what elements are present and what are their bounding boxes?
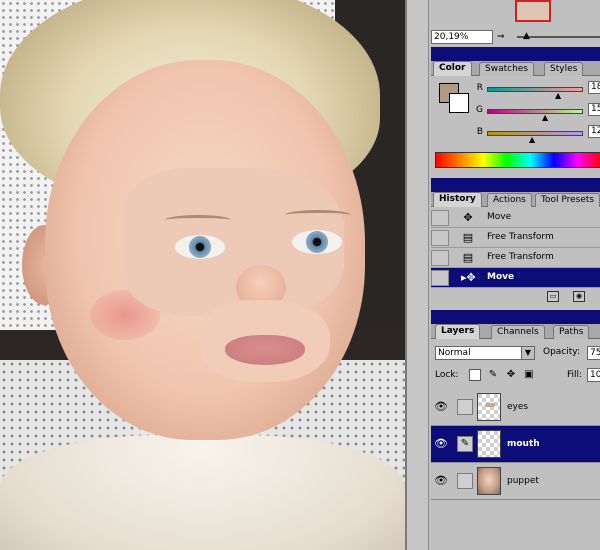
zoom-slider-thumb[interactable]: ▲ [523,32,530,41]
zoom-slider[interactable]: ▲ [517,32,600,41]
history-state-selected[interactable]: ▸✥ Move [431,268,600,288]
left-eye [175,235,225,259]
right-eyebrow [285,210,351,220]
mouth-lips [225,335,305,365]
history-state-label: Free Transform [487,252,554,262]
layers-panel: Layers Channels Paths Normal ▼ Opacity: … [431,310,600,550]
history-state-label: Move [487,212,512,222]
zoom-out-icon[interactable]: ⇒ [497,31,511,43]
blue-channel-thumb[interactable]: ▲ [529,136,535,144]
lock-label: Lock: [435,370,459,380]
move-tool-icon: ▸✥ [461,271,476,284]
layers-panel-titlebar[interactable] [431,310,600,324]
green-channel-slider[interactable]: G ▲ 150 [471,103,600,122]
layers-panel-tabs: Layers Channels Paths [431,324,600,339]
history-panel-titlebar[interactable] [431,178,600,192]
history-panel-tabs: History Actions Tool Presets [431,192,600,207]
fill-label: Fill: [567,370,583,380]
history-state-icon: ▤ [462,231,474,244]
navigator-panel: 20,19% ⇒ ▲ [431,0,600,48]
green-channel-thumb[interactable]: ▲ [542,114,548,122]
color-panel-titlebar[interactable] [431,47,600,61]
background-color-swatch[interactable] [449,93,469,113]
layer-link-box[interactable] [457,473,473,489]
history-state[interactable]: ✥ Move [431,208,600,228]
color-panel: Color Swatches Styles R ▲ 183 G ▲ 150 B … [431,47,600,175]
history-snapshot-box[interactable] [431,210,449,226]
layer-thumbnail [477,467,501,495]
green-channel-label: G [476,105,483,115]
red-channel-track[interactable] [487,87,583,92]
history-state-icon: ▤ [462,251,474,264]
lock-row: Lock: ✎ ✥ ▣ Fill: 100 [435,368,600,384]
zoom-field[interactable]: 20,19% [431,30,493,44]
layer-thumbnail [477,430,501,458]
move-tool-icon: ✥ [463,211,473,224]
navigator-thumbnail[interactable] [515,0,551,22]
history-panel-footer: ▭ ◉ [431,288,600,306]
red-channel-thumb[interactable]: ▲ [555,92,561,100]
tab-history[interactable]: History [433,192,482,207]
layer-thumbnail [477,393,501,421]
color-panel-tabs: Color Swatches Styles [431,61,600,76]
document-canvas[interactable] [0,0,405,550]
blend-mode-value: Normal [438,348,471,358]
blend-mode-select[interactable]: Normal ▼ [435,346,535,360]
history-snapshot-box[interactable] [431,270,449,286]
tab-channels[interactable]: Channels [491,325,545,339]
layer-name: puppet [507,476,539,486]
blue-channel-slider[interactable]: B ▲ 120 [471,125,600,144]
blue-channel-label: B [476,127,483,137]
lock-all-icon[interactable]: ▣ [523,369,535,381]
tab-swatches[interactable]: Swatches [479,62,534,76]
navigator-zoom-row: 20,19% ⇒ ▲ [431,28,600,46]
opacity-field[interactable]: 75 [587,346,600,360]
color-ramp[interactable] [435,152,600,168]
history-state[interactable]: ▤ Free Transform [431,248,600,268]
tab-styles[interactable]: Styles [544,62,584,76]
layer-row-mouth[interactable]: 👁 ✎ mouth [431,426,600,463]
layer-link-box[interactable] [457,399,473,415]
doll-body [0,435,405,550]
lock-move-icon[interactable]: ✥ [505,369,517,381]
visibility-eye-icon[interactable]: 👁 [433,473,449,489]
palette-dock: 20,19% ⇒ ▲ Color Swatches Styles R ▲ 183… [405,0,600,550]
layer-row-puppet[interactable]: 👁 puppet [431,463,600,500]
lock-paint-icon[interactable]: ✎ [487,369,499,381]
tab-actions[interactable]: Actions [487,193,532,207]
green-channel-track[interactable] [487,109,583,114]
opacity-label: Opacity: [543,347,580,357]
green-channel-value[interactable]: 150 [588,103,600,116]
right-eye [292,230,342,254]
red-channel-value[interactable]: 183 [588,81,600,94]
left-eyebrow [165,215,231,225]
tab-tool-presets[interactable]: Tool Presets [535,193,600,207]
visibility-eye-icon[interactable]: 👁 [433,399,449,415]
visibility-eye-icon[interactable]: 👁 [433,436,449,452]
layer-name: mouth [507,439,540,449]
blue-channel-value[interactable]: 120 [588,125,600,138]
layer-row-eyes[interactable]: 👁 eyes [431,389,600,426]
new-document-icon[interactable]: ▭ [547,291,559,302]
paintbrush-icon[interactable]: ✎ [457,436,473,452]
tab-layers[interactable]: Layers [435,324,481,339]
chevron-down-icon[interactable]: ▼ [521,347,534,359]
red-channel-label: R [476,83,483,93]
lock-transparency-icon[interactable] [469,369,481,381]
camera-snapshot-icon[interactable]: ◉ [573,291,585,302]
layer-name: eyes [507,402,529,412]
history-state-label: Move [487,272,515,282]
history-snapshot-box[interactable] [431,250,449,266]
dock-gutter [407,0,429,550]
history-panel: History Actions Tool Presets ✥ Move ▤ Fr… [431,178,600,308]
layer-options-row: Normal ▼ Opacity: 75 [431,346,600,362]
fill-field[interactable]: 100 [587,368,600,382]
history-state[interactable]: ▤ Free Transform [431,228,600,248]
tab-paths[interactable]: Paths [553,325,590,339]
red-channel-slider[interactable]: R ▲ 183 [471,81,600,100]
history-state-label: Free Transform [487,232,554,242]
tab-color[interactable]: Color [433,61,472,76]
history-snapshot-box[interactable] [431,230,449,246]
